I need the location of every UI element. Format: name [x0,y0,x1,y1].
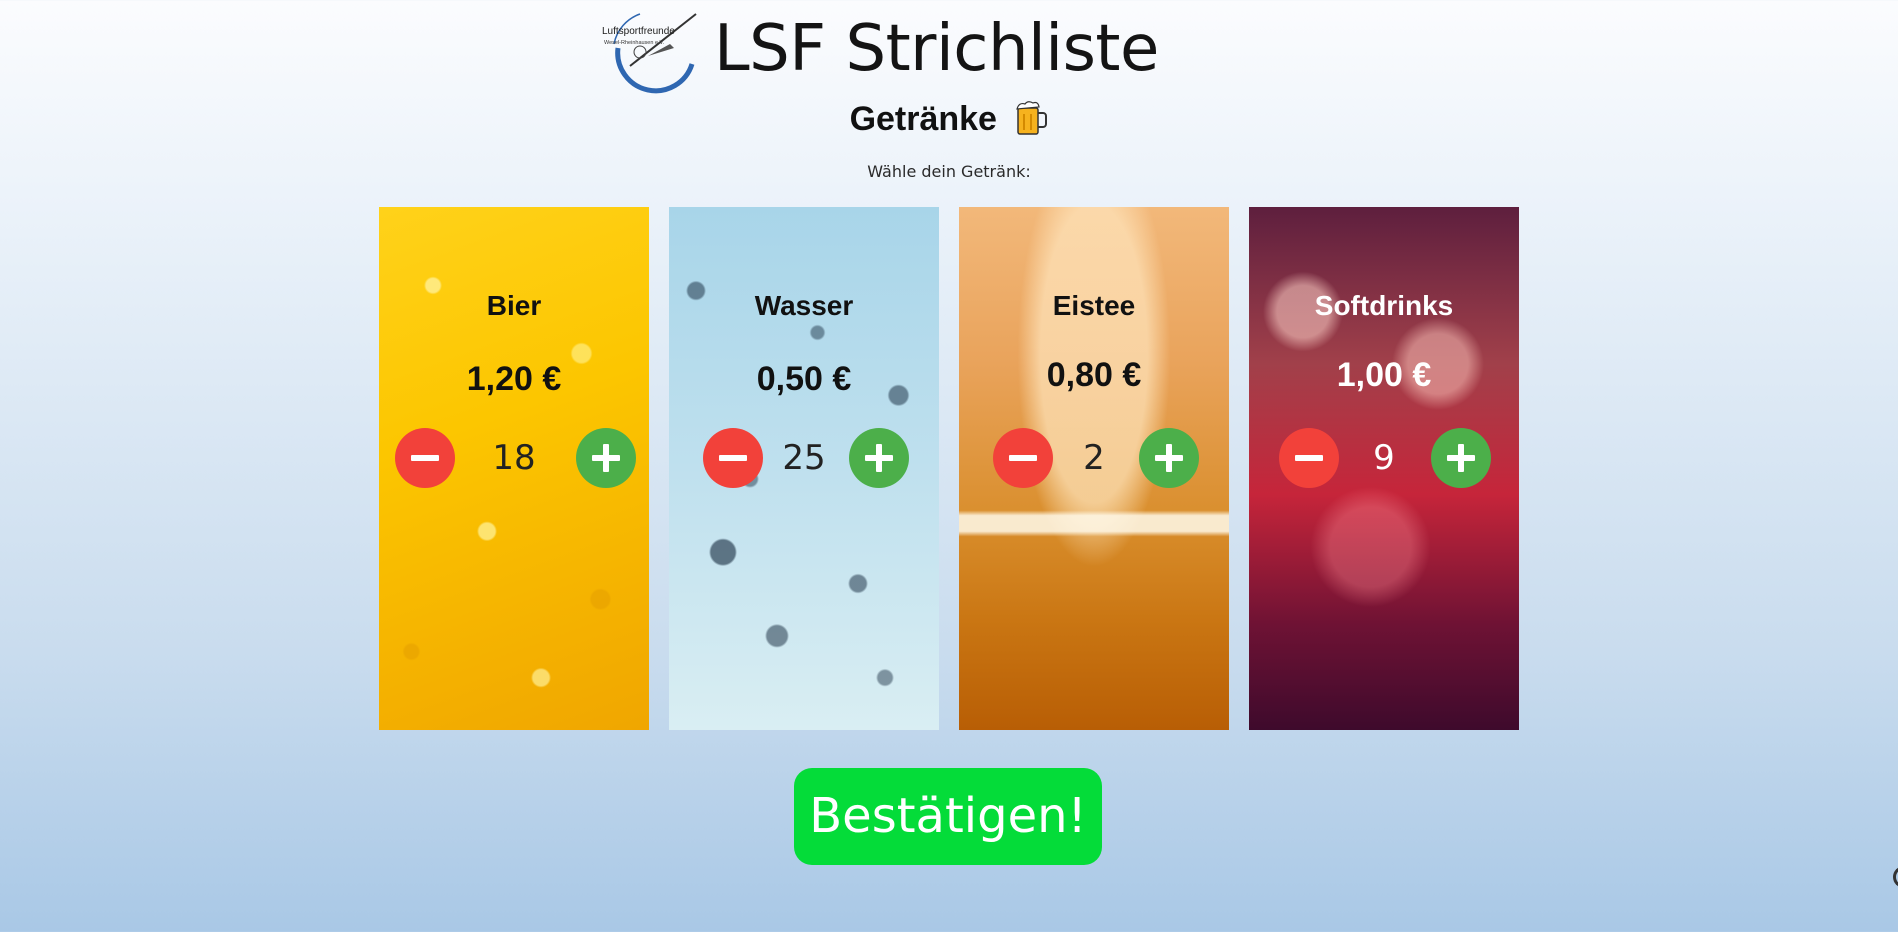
confirm-button[interactable]: Bestätigen! [794,768,1102,865]
increment-button[interactable] [849,428,909,488]
club-logo-emblem-icon [613,13,697,94]
club-logo: Luftsportfreunde Wesel-Rheinhausen e.V. [600,8,700,94]
page-heading-label: Getränke [849,100,997,138]
drink-card-wasser: Wasser 0,50 € 25 [669,207,939,730]
drink-name: Bier [486,290,542,321]
decrement-button[interactable] [1279,428,1339,488]
drink-price: 1,20 € [466,360,562,398]
drink-price: 1,00 € [1336,356,1432,394]
drink-name: Softdrinks [1314,290,1454,321]
drink-name: Eistee [1052,290,1136,321]
page-heading: Getränke [0,96,1898,142]
increment-button[interactable] [1139,428,1199,488]
drink-count: 25 [782,438,826,478]
drink-card-bier: Bier 1,20 € 18 [379,207,649,730]
beer-mug-icon [1016,101,1048,135]
drink-count: 18 [492,438,536,478]
drink-cards: Bier 1,20 € 18 Wasser 0,50 € 25 Eistee 0… [379,207,1519,731]
drink-card-eistee: Eistee 0,80 € 2 [959,207,1229,730]
drink-name: Wasser [754,290,854,321]
drink-count: 9 [1373,438,1395,478]
edge-widget-icon[interactable] [1893,866,1898,888]
header: Luftsportfreunde Wesel-Rheinhausen e.V. … [0,0,1898,181]
logo-subtext: Wesel-Rheinhausen e.V. [604,40,665,46]
decrement-button[interactable] [395,428,455,488]
increment-button[interactable] [1431,428,1491,488]
logo-text: Luftsportfreunde [602,26,675,37]
increment-button[interactable] [576,428,636,488]
drink-price: 0,80 € [1046,356,1142,394]
drink-card-softdrinks: Softdrinks 1,00 € 9 [1249,207,1519,730]
drink-prompt: Wähle dein Getränk: [867,162,1031,181]
app-title: LSF Strichliste [714,12,1159,86]
drink-price: 0,50 € [756,360,852,398]
drink-count: 2 [1083,438,1105,478]
